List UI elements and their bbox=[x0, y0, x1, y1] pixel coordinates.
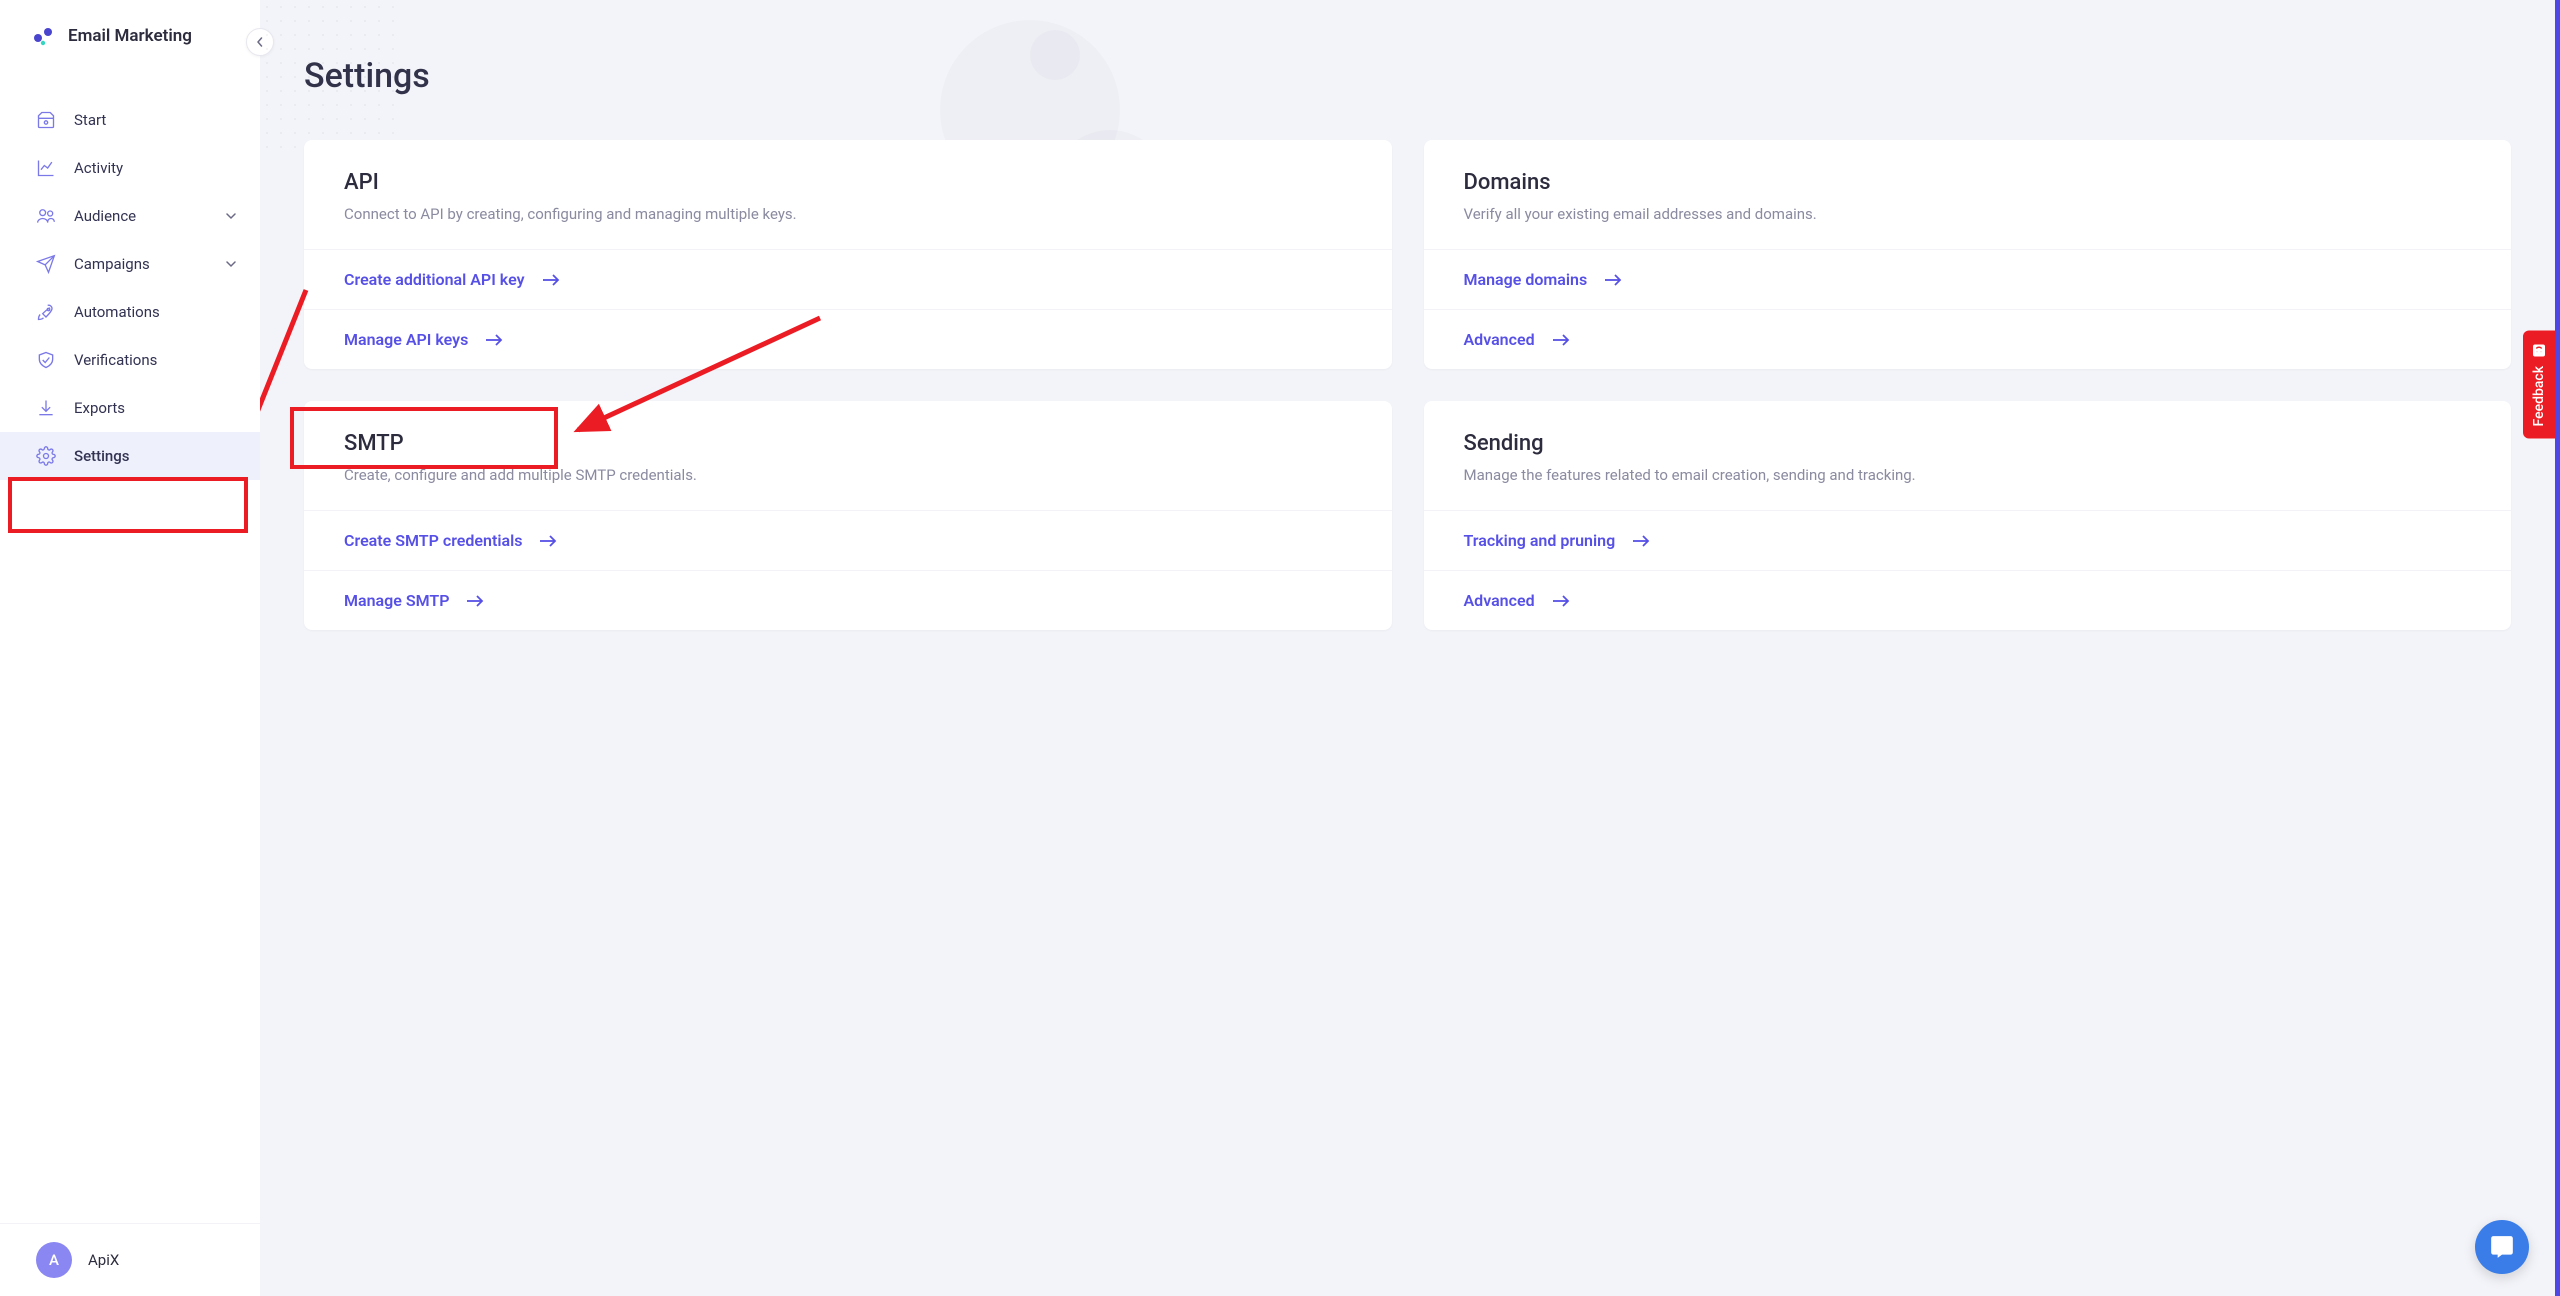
chevron-down-icon bbox=[226, 211, 236, 221]
chat-launcher[interactable] bbox=[2475, 1220, 2529, 1274]
link-label: Manage SMTP bbox=[344, 591, 449, 610]
card-smtp: SMTP Create, configure and add multiple … bbox=[304, 401, 1392, 630]
arrow-right-icon bbox=[1603, 273, 1623, 287]
sidebar-item-start[interactable]: Start bbox=[0, 96, 260, 144]
card-header: API Connect to API by creating, configur… bbox=[304, 140, 1392, 249]
card-description: Verify all your existing email addresses… bbox=[1464, 205, 2472, 223]
logo-icon bbox=[32, 24, 56, 48]
arrow-right-icon bbox=[465, 594, 485, 608]
card-description: Connect to API by creating, configuring … bbox=[344, 205, 1352, 223]
download-icon bbox=[36, 398, 56, 418]
sidebar-item-label: Campaigns bbox=[74, 255, 150, 273]
sidebar-item-audience[interactable]: Audience bbox=[0, 192, 260, 240]
sidebar-item-label: Start bbox=[74, 111, 106, 129]
link-domains-advanced[interactable]: Advanced bbox=[1424, 309, 2512, 369]
card-header: Sending Manage the features related to e… bbox=[1424, 401, 2512, 510]
card-domains: Domains Verify all your existing email a… bbox=[1424, 140, 2512, 369]
sidebar-item-label: Settings bbox=[74, 447, 130, 465]
card-title: API bbox=[344, 170, 1352, 195]
chat-icon bbox=[2489, 1234, 2515, 1260]
link-create-smtp-credentials[interactable]: Create SMTP credentials bbox=[304, 510, 1392, 570]
sidebar-item-label: Audience bbox=[74, 207, 136, 225]
link-label: Advanced bbox=[1464, 330, 1535, 349]
sidebar-item-label: Verifications bbox=[74, 351, 157, 369]
card-description: Manage the features related to email cre… bbox=[1464, 466, 2472, 484]
arrow-right-icon bbox=[484, 333, 504, 347]
card-title: Sending bbox=[1464, 431, 2472, 456]
smiley-icon bbox=[2531, 342, 2547, 358]
shield-check-icon bbox=[36, 350, 56, 370]
link-label: Tracking and pruning bbox=[1464, 531, 1616, 550]
sidebar-item-automations[interactable]: Automations bbox=[0, 288, 260, 336]
card-header: SMTP Create, configure and add multiple … bbox=[304, 401, 1392, 510]
gear-icon bbox=[36, 446, 56, 466]
sidebar-item-label: Activity bbox=[74, 159, 123, 177]
settings-card-grid: API Connect to API by creating, configur… bbox=[260, 96, 2555, 674]
sidebar-nav: Start Activity Audience bbox=[0, 72, 260, 1223]
sidebar-item-campaigns[interactable]: Campaigns bbox=[0, 240, 260, 288]
sidebar-item-label: Automations bbox=[74, 303, 160, 321]
sidebar-header: Email Marketing bbox=[0, 0, 260, 72]
card-sending: Sending Manage the features related to e… bbox=[1424, 401, 2512, 630]
house-icon bbox=[36, 110, 56, 130]
link-label: Create additional API key bbox=[344, 270, 525, 289]
card-header: Domains Verify all your existing email a… bbox=[1424, 140, 2512, 249]
sidebar-item-activity[interactable]: Activity bbox=[0, 144, 260, 192]
arrow-right-icon bbox=[541, 273, 561, 287]
feedback-tab[interactable]: Feedback bbox=[2523, 330, 2555, 438]
sidebar-item-verifications[interactable]: Verifications bbox=[0, 336, 260, 384]
link-manage-smtp[interactable]: Manage SMTP bbox=[304, 570, 1392, 630]
app-name: Email Marketing bbox=[68, 26, 192, 46]
sidebar: Email Marketing Start Activity bbox=[0, 0, 260, 1296]
sidebar-item-exports[interactable]: Exports bbox=[0, 384, 260, 432]
link-label: Create SMTP credentials bbox=[344, 531, 522, 550]
main-content: Settings API Connect to API by creating,… bbox=[260, 0, 2560, 1296]
page-title: Settings bbox=[260, 0, 2555, 96]
users-icon bbox=[36, 206, 56, 226]
avatar: A bbox=[36, 1242, 72, 1278]
link-label: Manage API keys bbox=[344, 330, 468, 349]
link-manage-api-keys[interactable]: Manage API keys bbox=[304, 309, 1392, 369]
sidebar-item-label: Exports bbox=[74, 399, 125, 417]
link-create-api-key[interactable]: Create additional API key bbox=[304, 249, 1392, 309]
arrow-right-icon bbox=[1551, 333, 1571, 347]
sidebar-item-settings[interactable]: Settings bbox=[0, 432, 260, 480]
card-title: SMTP bbox=[344, 431, 1352, 456]
card-api: API Connect to API by creating, configur… bbox=[304, 140, 1392, 369]
feedback-label: Feedback bbox=[2531, 366, 2547, 426]
arrow-right-icon bbox=[1631, 534, 1651, 548]
card-description: Create, configure and add multiple SMTP … bbox=[344, 466, 1352, 484]
sidebar-user[interactable]: A ApiX bbox=[0, 1223, 260, 1296]
chart-line-icon bbox=[36, 158, 56, 178]
rocket-icon bbox=[36, 302, 56, 322]
card-title: Domains bbox=[1464, 170, 2472, 195]
user-name: ApiX bbox=[88, 1251, 119, 1269]
link-tracking-pruning[interactable]: Tracking and pruning bbox=[1424, 510, 2512, 570]
link-label: Advanced bbox=[1464, 591, 1535, 610]
link-label: Manage domains bbox=[1464, 270, 1588, 289]
link-manage-domains[interactable]: Manage domains bbox=[1424, 249, 2512, 309]
arrow-right-icon bbox=[1551, 594, 1571, 608]
paper-plane-icon bbox=[36, 254, 56, 274]
arrow-right-icon bbox=[538, 534, 558, 548]
chevron-down-icon bbox=[226, 259, 236, 269]
link-sending-advanced[interactable]: Advanced bbox=[1424, 570, 2512, 630]
